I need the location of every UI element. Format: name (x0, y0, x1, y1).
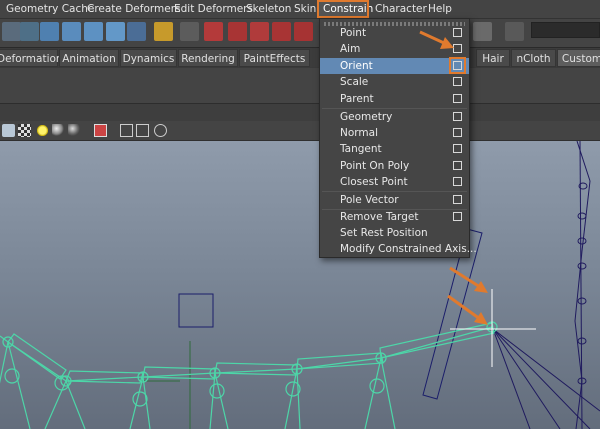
render-settings-icon[interactable] (473, 22, 492, 41)
menu-item-normal[interactable]: Normal (320, 125, 469, 141)
menu-item-label: Tangent (340, 143, 382, 155)
menu-create-deformers[interactable]: Create Deformers (81, 0, 181, 18)
option-box-icon[interactable] (453, 144, 462, 153)
option-box-icon[interactable] (453, 77, 462, 86)
tab-painteffects[interactable]: PaintEffects (239, 49, 310, 67)
menu-item-set-rest-position[interactable]: Set Rest Position (320, 225, 469, 241)
option-box-icon[interactable] (453, 177, 462, 186)
menu-item-label: Orient (340, 60, 373, 72)
tab-custom[interactable]: Custom (557, 49, 600, 67)
shelf-area (0, 67, 600, 103)
menu-item-label: Parent (340, 93, 374, 105)
menu-item-label: Pole Vector (340, 194, 399, 206)
menu-item-scale[interactable]: Scale (320, 74, 469, 90)
tab-ncloth[interactable]: nCloth (511, 49, 556, 67)
tool-row (0, 18, 600, 44)
menu-item-label: Set Rest Position (340, 227, 428, 239)
menu-item-label: Normal (340, 127, 378, 139)
wireframe-cube-icon[interactable] (2, 124, 15, 137)
menu-item-label: Modify Constrained Axis... (340, 243, 477, 255)
right-skeleton (492, 141, 600, 429)
share-icon[interactable] (154, 124, 167, 137)
menu-geometry-cache[interactable]: Geometry Cache (0, 0, 94, 18)
shelf-tab-bar: Deformation Animation Dynamics Rendering… (0, 47, 600, 67)
menu-item-modify-constrained-axis[interactable]: Modify Constrained Axis... (320, 241, 477, 257)
tab-hair[interactable]: Hair (476, 49, 510, 67)
option-box-icon[interactable] (453, 94, 462, 103)
menu-item-closest-point[interactable]: Closest Point (320, 174, 469, 190)
menu-item-label: Aim (340, 43, 361, 55)
menu-item-label: Geometry (340, 111, 393, 123)
tab-animation[interactable]: Animation (59, 49, 119, 67)
option-box-icon[interactable] (453, 128, 462, 137)
menu-item-label: Scale (340, 76, 369, 88)
menu-item-point-on-poly[interactable]: Point On Poly (320, 158, 469, 174)
scene-svg (0, 141, 600, 429)
menu-item-label: Remove Target (340, 211, 419, 223)
menu-item-label: Point (340, 27, 367, 39)
magnet-icon-2[interactable] (228, 22, 247, 41)
menu-character[interactable]: Character (369, 0, 427, 18)
magnet-icon-4[interactable] (272, 22, 291, 41)
menu-item-parent[interactable]: Parent (320, 91, 469, 107)
menu-item-tangent[interactable]: Tangent (320, 141, 469, 157)
option-box-icon[interactable] (453, 112, 462, 121)
curve-tool-icon[interactable] (20, 22, 39, 41)
skeleton-tool-icon[interactable] (2, 22, 21, 41)
magnet-icon-1[interactable] (204, 22, 223, 41)
menu-constrain[interactable]: Constrain (317, 0, 373, 18)
joint-chain (0, 321, 498, 429)
option-box-icon[interactable] (453, 195, 462, 204)
tab-deformation[interactable]: Deformation (0, 49, 63, 67)
menu-skeleton[interactable]: Skeleton (240, 0, 291, 18)
search-options-icon[interactable] (505, 22, 524, 41)
cluster-icon[interactable] (84, 22, 103, 41)
isolate-icon[interactable] (136, 124, 149, 137)
shaded-sphere-icon-2[interactable] (68, 124, 81, 137)
main-menu-bar: Geometry Cache Create Deformers Edit Def… (0, 0, 600, 18)
menu-item-pole-vector[interactable]: Pole Vector (320, 192, 469, 208)
wrap-icon[interactable] (62, 22, 81, 41)
help-icon[interactable] (127, 22, 146, 41)
menu-item-geometry[interactable]: Geometry (320, 109, 469, 125)
viewport-toolbar (0, 121, 600, 141)
menu-item-label: Closest Point (340, 176, 408, 188)
menu-item-label: Point On Poly (340, 160, 410, 172)
key-icon[interactable] (180, 22, 199, 41)
menu-skin[interactable]: Skin (288, 0, 317, 18)
locator-square (178, 293, 214, 328)
shaded-sphere-icon[interactable] (52, 124, 65, 137)
viewport-3d[interactable] (0, 141, 600, 429)
xray-icon[interactable] (94, 124, 107, 137)
cube-icon[interactable] (120, 124, 133, 137)
callout-arrow-icon (419, 30, 454, 49)
tab-dynamics[interactable]: Dynamics (120, 49, 177, 67)
light-icon[interactable] (36, 124, 49, 137)
blend-icon[interactable] (106, 22, 125, 41)
menu-item-remove-target[interactable]: Remove Target (320, 209, 469, 225)
search-input[interactable] (531, 22, 600, 38)
tab-rendering[interactable]: Rendering (178, 49, 238, 67)
shelf-divider (0, 103, 600, 121)
magnet-icon-3[interactable] (250, 22, 269, 41)
lattice-icon[interactable] (40, 22, 59, 41)
lock-icon[interactable] (154, 22, 173, 41)
option-box-icon[interactable] (453, 212, 462, 221)
checker-icon[interactable] (18, 124, 31, 137)
magnet-icon-5[interactable] (294, 22, 313, 41)
menu-edit-deformers[interactable]: Edit Deformers (168, 0, 253, 18)
menu-help[interactable]: Help (422, 0, 454, 18)
option-box-icon[interactable] (453, 161, 462, 170)
